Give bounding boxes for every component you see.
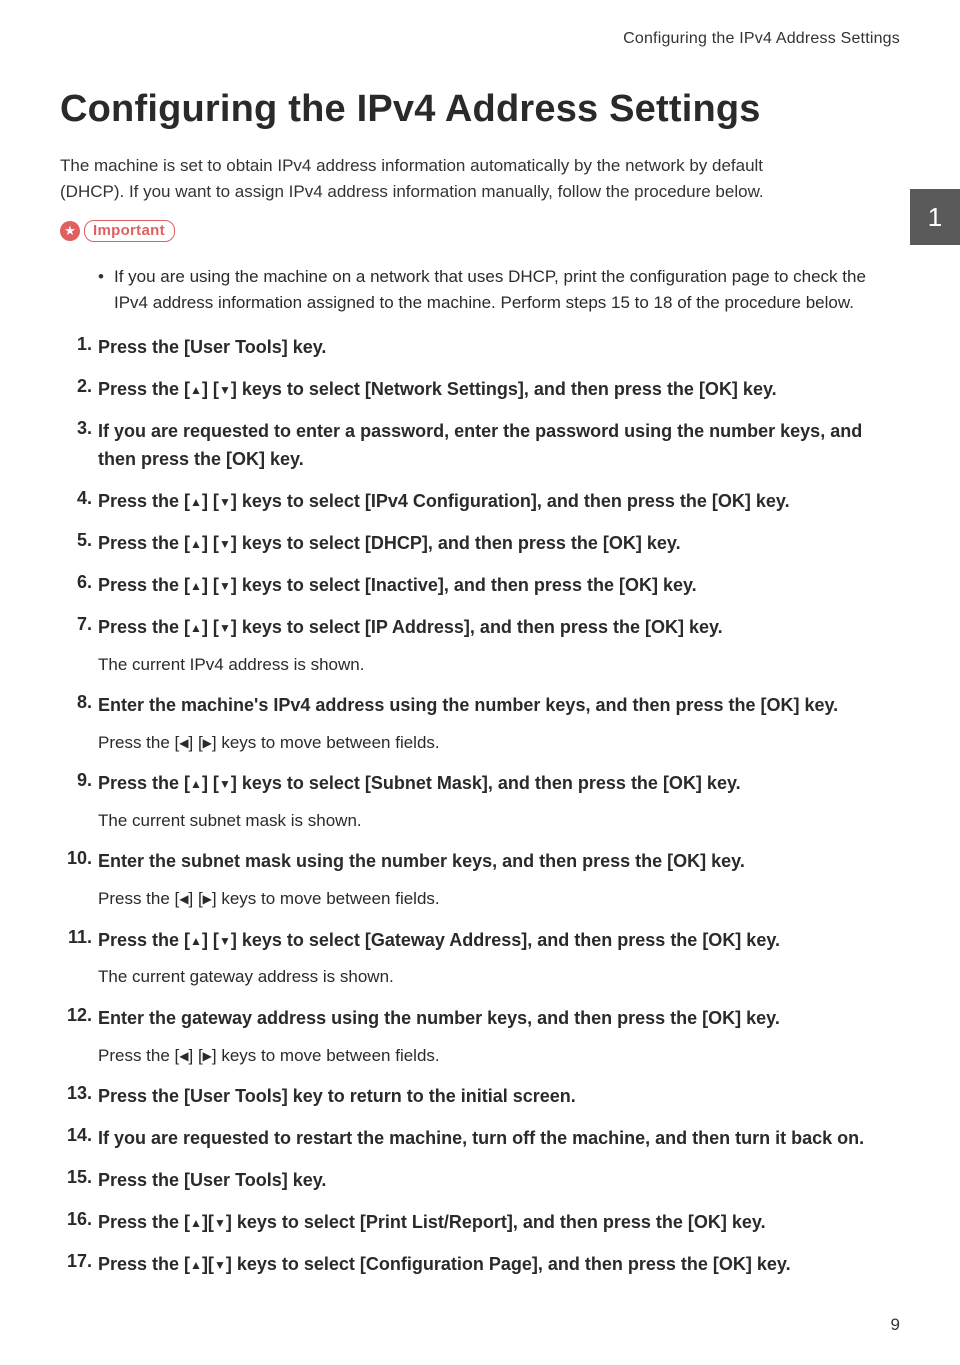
step-text: Press the [▲] [▼] keys to select [Subnet… bbox=[98, 770, 900, 798]
step-item: If you are requested to restart the mach… bbox=[60, 1125, 900, 1153]
step-item: Press the [▲] [▼] keys to select [IPv4 C… bbox=[60, 488, 900, 516]
steps-list: Press the [User Tools] key. Press the [▲]… bbox=[60, 334, 900, 1278]
important-label: Important bbox=[84, 220, 175, 242]
step-item: Enter the gateway address using the numb… bbox=[60, 1005, 900, 1069]
intro-row: The machine is set to obtain IPv4 addres… bbox=[60, 153, 900, 206]
step-text: Enter the machine's IPv4 address using t… bbox=[98, 692, 900, 720]
down-arrow-icon: ▼ bbox=[219, 493, 231, 512]
step-item: Press the [▲] [▼] keys to select [Subnet… bbox=[60, 770, 900, 834]
step-item: Press the [▲] [▼] keys to select [DHCP],… bbox=[60, 530, 900, 558]
down-arrow-icon: ▼ bbox=[214, 1256, 226, 1275]
up-arrow-icon: ▲ bbox=[190, 1256, 202, 1275]
step-item: Press the [User Tools] key. bbox=[60, 1167, 900, 1195]
left-arrow-icon: ◀ bbox=[179, 1047, 188, 1066]
up-arrow-icon: ▲ bbox=[190, 775, 202, 794]
step-text: Press the [▲][▼] keys to select [Configu… bbox=[98, 1251, 900, 1279]
step-item: If you are requested to enter a password… bbox=[60, 418, 900, 474]
step-note: The current gateway address is shown. bbox=[98, 964, 900, 990]
right-arrow-icon: ▶ bbox=[203, 1047, 212, 1066]
down-arrow-icon: ▼ bbox=[219, 619, 231, 638]
up-arrow-icon: ▲ bbox=[190, 381, 202, 400]
intro-paragraph: The machine is set to obtain IPv4 addres… bbox=[60, 153, 830, 206]
up-arrow-icon: ▲ bbox=[190, 932, 202, 951]
step-text: Press the [▲][▼] keys to select [Print L… bbox=[98, 1209, 900, 1237]
step-text: Press the [▲] [▼] keys to select [Networ… bbox=[98, 376, 900, 404]
right-arrow-icon: ▶ bbox=[203, 890, 212, 909]
chapter-tab: 1 bbox=[910, 189, 960, 245]
up-arrow-icon: ▲ bbox=[190, 493, 202, 512]
up-arrow-icon: ▲ bbox=[190, 577, 202, 596]
step-item: Press the [▲][▼] keys to select [Print L… bbox=[60, 1209, 900, 1237]
step-text: Press the [▲] [▼] keys to select [DHCP],… bbox=[98, 530, 900, 558]
down-arrow-icon: ▼ bbox=[219, 381, 231, 400]
page-number: 9 bbox=[891, 1315, 900, 1335]
step-text: Enter the gateway address using the numb… bbox=[98, 1005, 900, 1033]
step-text: Press the [▲] [▼] keys to select [IPv4 C… bbox=[98, 488, 900, 516]
right-arrow-icon: ▶ bbox=[203, 734, 212, 753]
step-text: Press the [▲] [▼] keys to select [Inacti… bbox=[98, 572, 900, 600]
down-arrow-icon: ▼ bbox=[219, 775, 231, 794]
step-item: Press the [User Tools] key to return to … bbox=[60, 1083, 900, 1111]
step-item: Press the [▲] [▼] keys to select [Inacti… bbox=[60, 572, 900, 600]
important-bullet: If you are using the machine on a networ… bbox=[98, 264, 900, 317]
step-item: Press the [User Tools] key. bbox=[60, 334, 900, 362]
step-item: Press the [▲] [▼] keys to select [Networ… bbox=[60, 376, 900, 404]
step-note: The current IPv4 address is shown. bbox=[98, 652, 900, 678]
step-item: Press the [▲] [▼] keys to select [Gatewa… bbox=[60, 927, 900, 991]
down-arrow-icon: ▼ bbox=[219, 535, 231, 554]
step-note: The current subnet mask is shown. bbox=[98, 808, 900, 834]
left-arrow-icon: ◀ bbox=[179, 890, 188, 909]
step-text: Enter the subnet mask using the number k… bbox=[98, 848, 900, 876]
step-note: Press the [◀] [▶] keys to move between f… bbox=[98, 730, 900, 756]
important-badge: ★ Important bbox=[60, 220, 175, 242]
up-arrow-icon: ▲ bbox=[190, 535, 202, 554]
up-arrow-icon: ▲ bbox=[190, 619, 202, 638]
step-text: Press the [User Tools] key to return to … bbox=[98, 1083, 900, 1111]
page-title: Configuring the IPv4 Address Settings bbox=[60, 88, 900, 131]
step-text: If you are requested to restart the mach… bbox=[98, 1125, 900, 1153]
step-item: Enter the subnet mask using the number k… bbox=[60, 848, 900, 912]
step-text: If you are requested to enter a password… bbox=[98, 418, 900, 474]
step-text: Press the [▲] [▼] keys to select [IP Add… bbox=[98, 614, 900, 642]
step-note: Press the [◀] [▶] keys to move between f… bbox=[98, 886, 900, 912]
left-arrow-icon: ◀ bbox=[179, 734, 188, 753]
step-note: Press the [◀] [▶] keys to move between f… bbox=[98, 1043, 900, 1069]
running-header: Configuring the IPv4 Address Settings bbox=[60, 30, 900, 48]
step-item: Press the [▲][▼] keys to select [Configu… bbox=[60, 1251, 900, 1279]
step-text: Press the [User Tools] key. bbox=[98, 1167, 900, 1195]
step-item: Press the [▲] [▼] keys to select [IP Add… bbox=[60, 614, 900, 678]
up-arrow-icon: ▲ bbox=[190, 1214, 202, 1233]
down-arrow-icon: ▼ bbox=[219, 577, 231, 596]
star-icon: ★ bbox=[60, 221, 80, 241]
step-text: Press the [User Tools] key. bbox=[98, 334, 900, 362]
step-text: Press the [▲] [▼] keys to select [Gatewa… bbox=[98, 927, 900, 955]
down-arrow-icon: ▼ bbox=[214, 1214, 226, 1233]
down-arrow-icon: ▼ bbox=[219, 932, 231, 951]
step-item: Enter the machine's IPv4 address using t… bbox=[60, 692, 900, 756]
page: Configuring the IPv4 Address Settings Co… bbox=[0, 0, 960, 1365]
